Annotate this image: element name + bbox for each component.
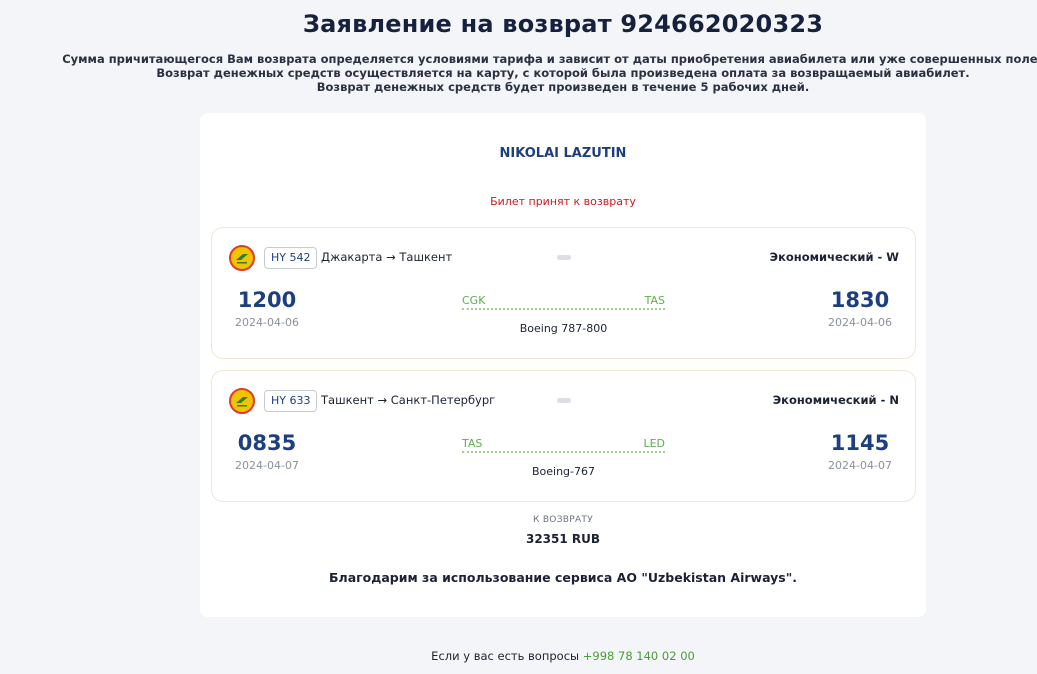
footer-text: Если у вас есть вопросы (431, 649, 580, 663)
airline-logo-icon (229, 245, 255, 271)
departure-time: 1200 (237, 288, 297, 312)
refund-label: К ВОЗВРАТУ (532, 515, 594, 525)
flight-segment: HY 542 Джакарта → Ташкент Экономический … (211, 227, 916, 359)
flight-number-badge: HY 542 (264, 247, 318, 269)
aircraft-type: Boeing 787-800 (519, 322, 608, 335)
divider-pill (557, 398, 571, 403)
cabin-class: Экономический - N (772, 393, 899, 407)
thank-you-message: Благодарим за использование сервиса АО "… (329, 570, 797, 585)
refund-card: NIKOLAI LAZUTIN Билет принят к возврату … (200, 113, 926, 617)
contact-footer: Если у вас есть вопросы +998 78 140 02 0… (0, 649, 1037, 663)
destination-code: TAS (644, 294, 665, 307)
notice-line: Возврат денежных средств будет произведе… (316, 80, 810, 94)
origin-code: CGK (462, 294, 486, 307)
arrival-time: 1145 (830, 431, 890, 455)
departure-date: 2024-04-07 (235, 459, 299, 472)
passenger-name: NIKOLAI LAZUTIN (499, 146, 627, 161)
refund-amount: 32351 RUB (525, 532, 601, 546)
refund-status: Билет принят к возврату (490, 195, 636, 208)
flight-route: Ташкент → Санкт-Петербург (321, 393, 496, 407)
support-phone-link[interactable]: +998 78 140 02 00 (583, 649, 695, 663)
flight-segment: HY 633 Ташкент → Санкт-Петербург Экономи… (211, 370, 916, 502)
route-line: TAS LED (462, 437, 665, 453)
route-dots (462, 308, 665, 310)
arrival-date: 2024-04-06 (828, 316, 892, 329)
notice-line: Сумма причитающегося Вам возврата опреде… (62, 52, 1037, 66)
aircraft-type: Boeing-767 (531, 465, 596, 478)
departure-date: 2024-04-06 (235, 316, 299, 329)
arrival-date: 2024-04-07 (828, 459, 892, 472)
refund-notice: Сумма причитающегося Вам возврата опреде… (0, 52, 1037, 94)
departure-time: 0835 (237, 431, 297, 455)
route-line: CGK TAS (462, 294, 665, 310)
cabin-class: Экономический - W (769, 250, 899, 264)
arrival-time: 1830 (830, 288, 890, 312)
flight-route: Джакарта → Ташкент (321, 250, 453, 264)
airline-logo-icon (229, 388, 255, 414)
origin-code: TAS (462, 437, 483, 450)
notice-line: Возврат денежных средств осуществляется … (156, 66, 970, 80)
page-title: Заявление на возврат 924662020323 (302, 10, 824, 38)
route-dots (462, 451, 665, 453)
divider-pill (557, 255, 571, 260)
destination-code: LED (643, 437, 665, 450)
flight-number-badge: HY 633 (264, 390, 318, 412)
